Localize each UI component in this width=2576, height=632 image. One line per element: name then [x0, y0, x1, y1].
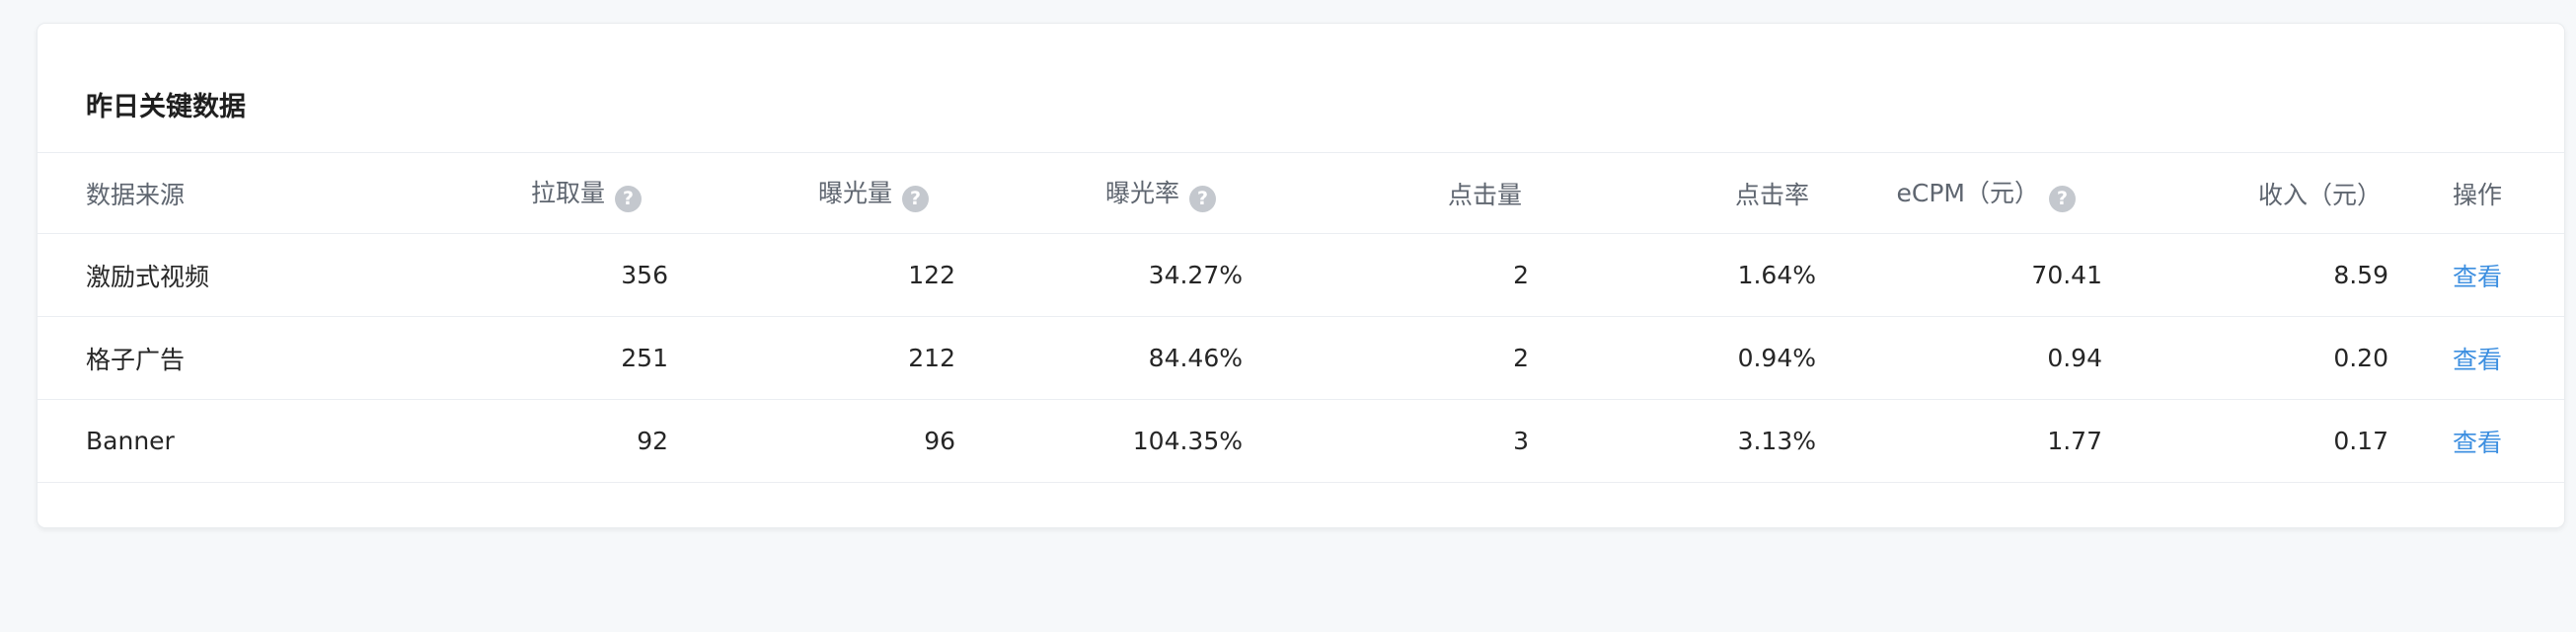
cell-clicks: 2: [1243, 233, 1529, 317]
cell-impression-rate: 84.46%: [955, 316, 1243, 400]
col-header-action: 操作: [2388, 152, 2564, 234]
col-header-revenue: 收入（元）: [2102, 152, 2388, 234]
cell-source: Banner: [38, 399, 383, 483]
cell-impression-rate: 104.35%: [955, 399, 1243, 483]
cell-revenue: 8.59: [2102, 233, 2388, 317]
cell-ecpm: 1.77: [1816, 399, 2102, 483]
key-data-table: 数据来源 拉取量? 曝光量? 曝光率? 点击量 点击率 eCPM（元） ? 收入…: [38, 152, 2564, 483]
col-header-label: 收入（元）: [2257, 180, 2382, 209]
cell-impression-rate: 34.27%: [955, 233, 1243, 317]
col-header-label: 数据来源: [86, 180, 186, 209]
cell-source: 激励式视频: [38, 233, 383, 317]
table-header-row: 数据来源 拉取量? 曝光量? 曝光率? 点击量 点击率 eCPM（元） ? 收入…: [38, 152, 2564, 234]
col-header-ecpm: eCPM（元）?: [1816, 152, 2102, 234]
col-header-label: 操作: [2452, 180, 2502, 209]
cell-ecpm: 0.94: [1816, 316, 2102, 400]
question-help-icon[interactable]: ?: [1189, 186, 1216, 212]
col-header-source: 数据来源: [38, 152, 383, 234]
card-title: 昨日关键数据: [86, 92, 246, 122]
cell-pulls: 356: [383, 233, 668, 317]
cell-revenue: 0.17: [2102, 399, 2388, 483]
key-data-card: 昨日关键数据 数据来源 拉取量? 曝光量? 曝光率 ? 点击量 点击率 eCPM…: [37, 23, 2565, 528]
col-header-impression-rate: 曝光率?: [955, 152, 1243, 234]
col-header-ctr: 点击率: [1529, 152, 1816, 234]
cell-clicks: 2: [1243, 316, 1529, 400]
col-header-pulls: 拉取量?: [383, 152, 668, 234]
cell-pulls: 92: [383, 399, 668, 483]
question-help-icon[interactable]: ?: [615, 186, 642, 212]
cell-revenue: 0.20: [2102, 316, 2388, 400]
table-row: Banner 92 96 104.35% 3 3.13% 1.77 0.17 查…: [38, 399, 2564, 483]
question-help-icon[interactable]: ?: [902, 186, 929, 212]
table-row: 激励式视频 356 122 34.27% 2 1.64% 70.41 8.59 …: [38, 233, 2564, 317]
cell-action: 查看: [2388, 399, 2564, 483]
cell-ecpm: 70.41: [1816, 233, 2102, 317]
col-header-label: 曝光量: [817, 179, 892, 207]
col-header-label: 点击率: [1734, 180, 1809, 209]
cell-impressions: 96: [668, 399, 955, 483]
cell-ctr: 0.94%: [1529, 316, 1816, 400]
col-header-label: eCPM（元）: [1896, 179, 2039, 207]
cell-impressions: 122: [668, 233, 955, 317]
view-link[interactable]: 查看: [2453, 429, 2502, 457]
cell-action: 查看: [2388, 316, 2564, 400]
col-header-label: 曝光率: [1104, 179, 1179, 207]
cell-impressions: 212: [668, 316, 955, 400]
view-link[interactable]: 查看: [2453, 263, 2502, 291]
cell-ctr: 1.64%: [1529, 233, 1816, 317]
question-help-icon[interactable]: ?: [2049, 186, 2076, 212]
cell-action: 查看: [2388, 233, 2564, 317]
cell-clicks: 3: [1243, 399, 1529, 483]
col-header-impressions: 曝光量?: [668, 152, 955, 234]
view-link[interactable]: 查看: [2453, 346, 2502, 374]
table-row: 格子广告 251 212 84.46% 2 0.94% 0.94 0.20 查看: [38, 316, 2564, 400]
col-header-clicks: 点击量: [1243, 152, 1529, 234]
col-header-label: 点击量: [1447, 180, 1522, 209]
col-header-label: 拉取量: [530, 179, 605, 207]
cell-pulls: 251: [383, 316, 668, 400]
cell-source: 格子广告: [38, 316, 383, 400]
cell-ctr: 3.13%: [1529, 399, 1816, 483]
